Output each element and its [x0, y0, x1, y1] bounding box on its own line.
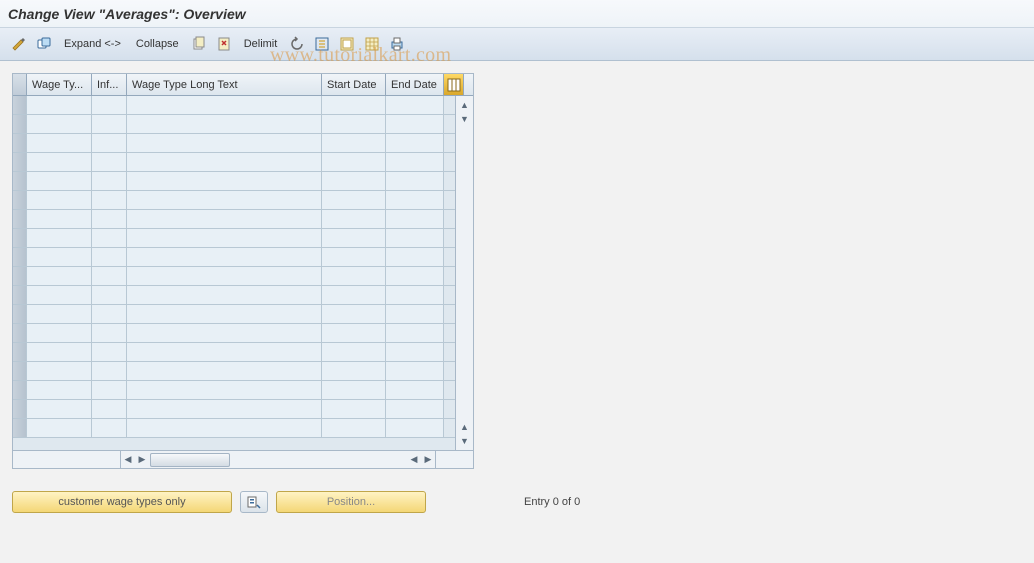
row-selector[interactable] [13, 134, 27, 152]
scroll-down-icon[interactable]: ▼ [458, 112, 472, 126]
row-selector[interactable] [13, 96, 27, 114]
table-row[interactable] [13, 324, 455, 343]
table-row[interactable] [13, 153, 455, 172]
row-selector[interactable] [13, 153, 27, 171]
table-settings-icon[interactable] [361, 33, 383, 55]
footer-row: customer wage types only Position... Ent… [12, 491, 1022, 513]
expand-button[interactable]: Expand <-> [58, 33, 127, 55]
copy-icon[interactable] [188, 33, 210, 55]
delimit-button[interactable]: Delimit [238, 33, 284, 55]
table-row[interactable] [13, 210, 455, 229]
scroll-up-icon[interactable]: ▲ [458, 98, 472, 112]
content-area: Wage Ty... Inf... Wage Type Long Text St… [0, 61, 1034, 525]
table-row[interactable] [13, 134, 455, 153]
horizontal-scrollbar[interactable]: ◀ ▶ ◀ ▶ [13, 450, 473, 468]
position-button[interactable]: Position... [276, 491, 426, 513]
position-icon-button[interactable] [240, 491, 268, 513]
row-selector[interactable] [13, 229, 27, 247]
row-selector[interactable] [13, 267, 27, 285]
row-selector[interactable] [13, 400, 27, 418]
row-selector[interactable] [13, 248, 27, 266]
column-end-date[interactable]: End Date [386, 74, 444, 95]
column-inf[interactable]: Inf... [92, 74, 127, 95]
column-long-text[interactable]: Wage Type Long Text [127, 74, 322, 95]
undo-icon[interactable] [286, 33, 308, 55]
row-selector[interactable] [13, 419, 27, 437]
scroll-left-icon[interactable]: ◀ [121, 453, 135, 467]
customer-wage-types-button[interactable]: customer wage types only [12, 491, 232, 513]
table-row[interactable] [13, 229, 455, 248]
table-row[interactable] [13, 248, 455, 267]
data-table: Wage Ty... Inf... Wage Type Long Text St… [12, 73, 474, 469]
scroll-right-icon[interactable]: ▶ [135, 453, 149, 467]
table-row[interactable] [13, 191, 455, 210]
scroll-left-icon[interactable]: ◀ [407, 453, 421, 467]
table-body [13, 96, 455, 450]
table-row[interactable] [13, 400, 455, 419]
row-selector[interactable] [13, 362, 27, 380]
configure-columns-icon[interactable] [444, 74, 464, 95]
row-selector[interactable] [13, 343, 27, 361]
scroll-track[interactable] [150, 453, 288, 467]
table-body-wrap: ▲ ▼ ▲ ▼ [13, 96, 473, 450]
deselect-all-icon[interactable] [336, 33, 358, 55]
row-selector[interactable] [13, 381, 27, 399]
delete-icon[interactable] [213, 33, 235, 55]
row-selector[interactable] [13, 324, 27, 342]
table-row[interactable] [13, 286, 455, 305]
scroll-right-icon[interactable]: ▶ [421, 453, 435, 467]
column-wage-type[interactable]: Wage Ty... [27, 74, 92, 95]
vertical-scrollbar[interactable]: ▲ ▼ ▲ ▼ [455, 96, 473, 450]
toolbar: Expand <-> Collapse Delimit [0, 28, 1034, 61]
other-view-icon[interactable] [33, 33, 55, 55]
row-selector[interactable] [13, 172, 27, 190]
table-row[interactable] [13, 381, 455, 400]
table-row[interactable] [13, 115, 455, 134]
table-row[interactable] [13, 172, 455, 191]
column-selector[interactable] [13, 74, 27, 95]
print-icon[interactable] [386, 33, 408, 55]
scroll-thumb[interactable] [150, 453, 230, 467]
row-selector[interactable] [13, 115, 27, 133]
table-row[interactable] [13, 362, 455, 381]
row-selector[interactable] [13, 286, 27, 304]
select-all-icon[interactable] [311, 33, 333, 55]
row-selector[interactable] [13, 305, 27, 323]
entry-counter: Entry 0 of 0 [524, 496, 580, 508]
table-row[interactable] [13, 305, 455, 324]
table-row[interactable] [13, 343, 455, 362]
scroll-up-icon[interactable]: ▲ [458, 420, 472, 434]
scroll-down-icon[interactable]: ▼ [458, 434, 472, 448]
table-header-row: Wage Ty... Inf... Wage Type Long Text St… [13, 74, 473, 96]
column-start-date[interactable]: Start Date [322, 74, 386, 95]
table-row[interactable] [13, 96, 455, 115]
row-selector[interactable] [13, 210, 27, 228]
table-row[interactable] [13, 419, 455, 438]
collapse-button[interactable]: Collapse [130, 33, 185, 55]
change-icon[interactable] [8, 33, 30, 55]
row-selector[interactable] [13, 191, 27, 209]
title-bar: Change View "Averages": Overview [0, 0, 1034, 28]
page-title: Change View "Averages": Overview [8, 6, 246, 22]
table-row[interactable] [13, 267, 455, 286]
